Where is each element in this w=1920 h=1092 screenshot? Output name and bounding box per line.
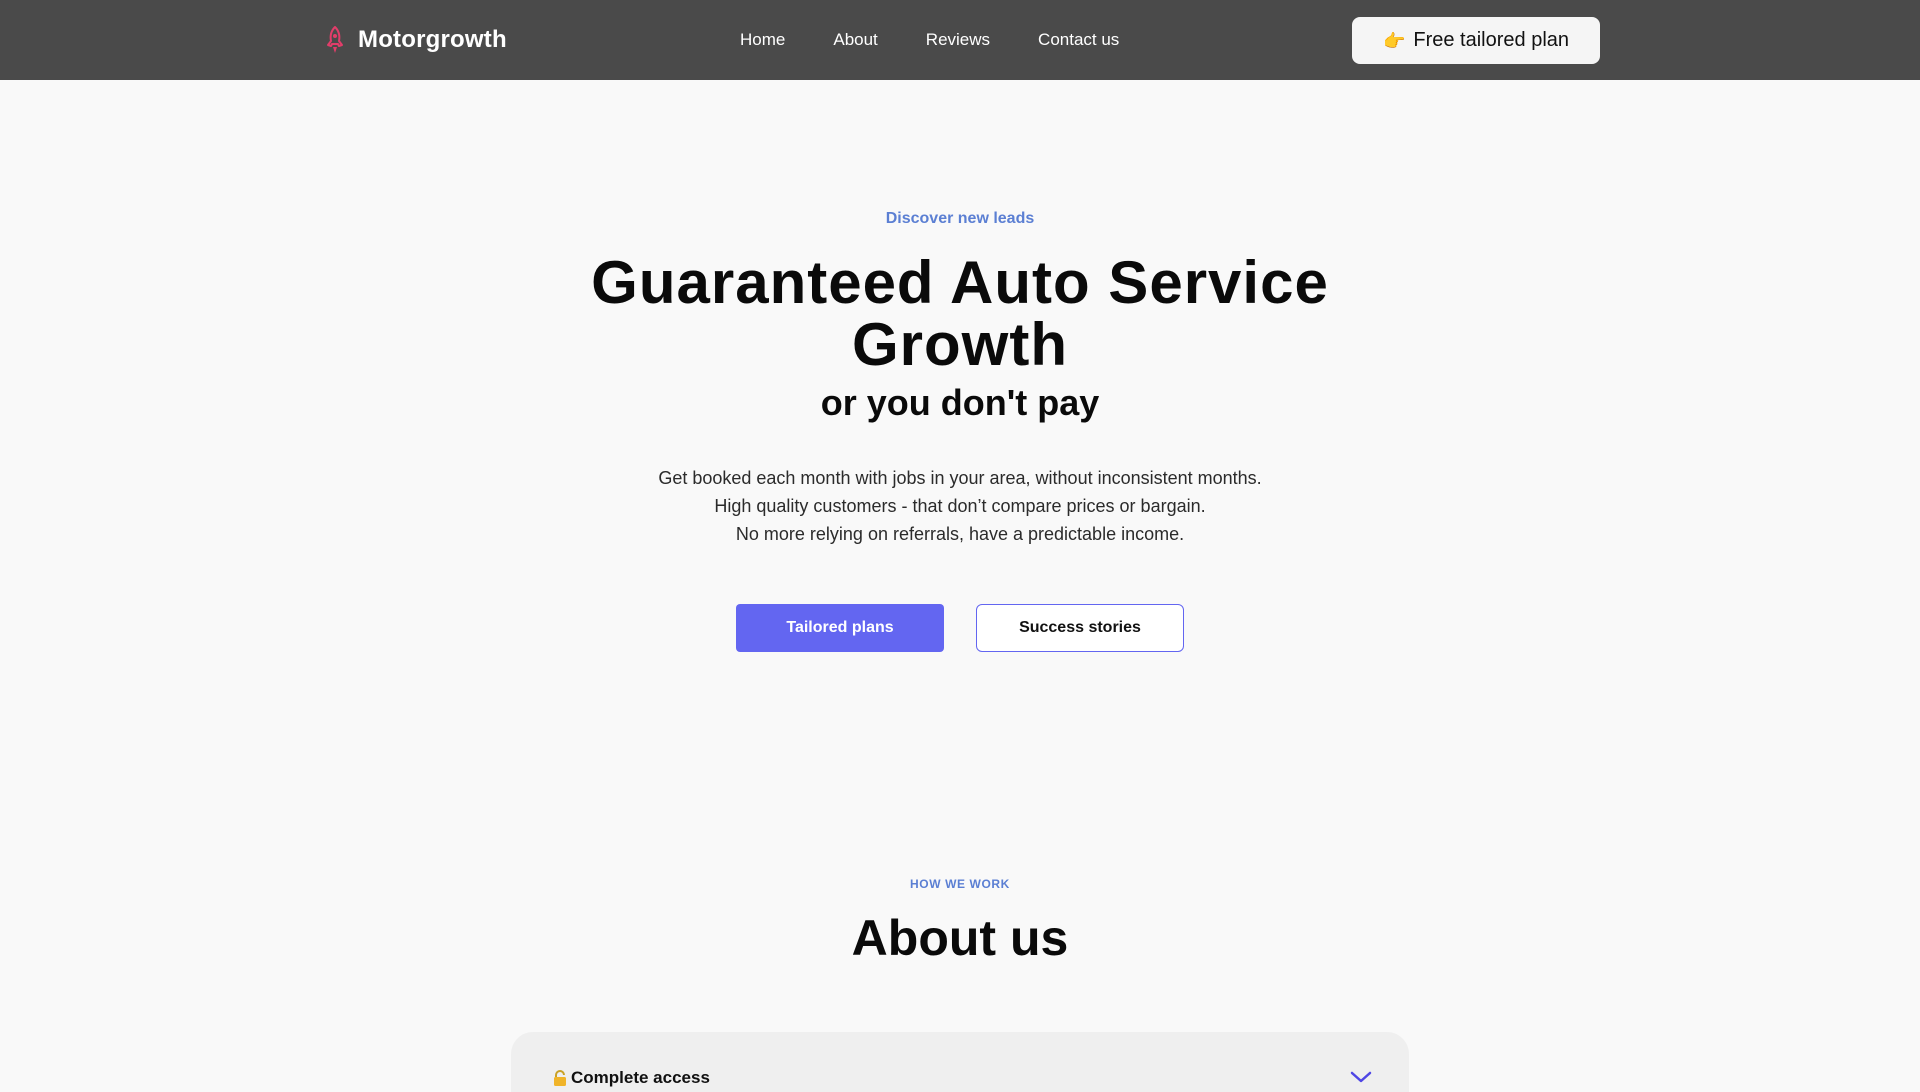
hero-description-line: High quality customers - that don’t comp… xyxy=(714,496,1206,516)
cta-label: Free tailored plan xyxy=(1413,29,1570,51)
free-tailored-plan-button[interactable]: 👉 Free tailored plan xyxy=(1352,17,1600,64)
accordion-label: Complete access xyxy=(571,1068,710,1087)
hero-description: Get booked each month with jobs in your … xyxy=(0,464,1920,548)
about-eyebrow: HOW WE WORK xyxy=(910,877,1010,891)
hero-headline: Guaranteed Auto Service Growth xyxy=(0,252,1920,376)
brand-logo-link[interactable]: Motorgrowth xyxy=(322,22,507,58)
lock-icon xyxy=(554,1070,566,1086)
chevron-down-icon[interactable] xyxy=(1349,1070,1373,1084)
hero-eyebrow: Discover new leads xyxy=(885,210,1035,227)
nav-item-about[interactable]: About xyxy=(833,30,877,50)
hero-description-line: Get booked each month with jobs in your … xyxy=(658,468,1262,488)
hero-headline-line1: Guaranteed Auto Service xyxy=(591,249,1329,316)
brand-name: Motorgrowth xyxy=(358,26,507,53)
hero-subhead: or you don't pay xyxy=(820,382,1100,423)
pointing-hand-icon: 👉 xyxy=(1382,30,1406,51)
success-stories-button[interactable]: Success stories xyxy=(976,604,1184,652)
tailored-plans-button[interactable]: Tailored plans xyxy=(736,604,944,652)
nav-item-reviews[interactable]: Reviews xyxy=(926,30,990,50)
rocket-icon xyxy=(327,26,343,53)
accordion-item-complete-access[interactable]: Complete access xyxy=(511,1032,1409,1092)
about-title: About us xyxy=(851,910,1069,966)
site-header: Motorgrowth Home About Reviews Contact u… xyxy=(0,0,1920,80)
nav-item-home[interactable]: Home xyxy=(740,30,785,50)
accordion-header: Complete access xyxy=(553,1068,710,1088)
hero-description-line: No more relying on referrals, have a pre… xyxy=(735,524,1185,544)
main-nav: Home About Reviews Contact us xyxy=(740,0,1119,80)
hero-headline-line2: Growth xyxy=(852,311,1068,378)
nav-item-contact[interactable]: Contact us xyxy=(1038,30,1119,50)
